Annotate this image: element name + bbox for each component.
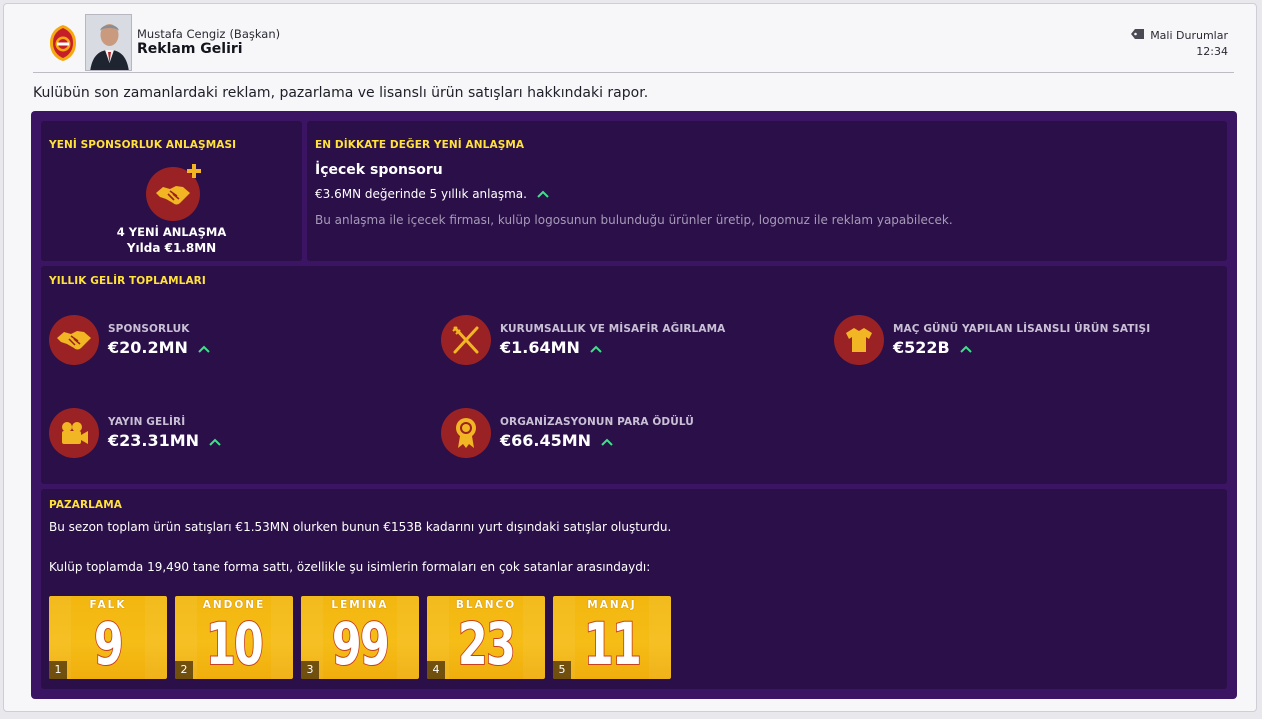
revenue-hospitality: KURUMSALLIK VE MİSAFİR AĞIRLAMA €1.64MN: [441, 315, 725, 365]
top-shirt-card[interactable]: FALK 9 1: [49, 596, 167, 679]
revenue-value: €1.64MN: [500, 338, 580, 357]
new-deals-per-year: Yılda €1.8MN: [126, 241, 217, 255]
video-camera-icon: [49, 408, 99, 458]
revenue-label: SPONSORLUK: [108, 323, 190, 335]
revenue-value: €66.45MN: [500, 431, 592, 450]
handshake-plus-icon: [146, 163, 204, 225]
new-deals-count: 4 YENİ ANLAŞMA: [116, 225, 227, 239]
shirt-rank: 5: [553, 661, 571, 679]
marketing-title: PAZARLAMA: [49, 499, 122, 511]
shirt-number: 11: [583, 609, 643, 679]
report-panel: YENİ SPONSORLUK ANLAŞMASI 4 YENİ ANLAŞMA…: [31, 111, 1237, 699]
message-title: Reklam Geliri: [137, 41, 243, 57]
message-meta: Mali Durumlar 12:34: [1131, 29, 1228, 58]
revenue-label: ORGANİZASYONUN PARA ÖDÜLÜ: [500, 416, 694, 428]
club-badge-icon[interactable]: [48, 24, 78, 62]
shirt-rank: 1: [49, 661, 67, 679]
new-sponsorship-box: YENİ SPONSORLUK ANLAŞMASI 4 YENİ ANLAŞMA…: [41, 121, 302, 261]
notable-deal-name: İçecek sponsoru: [315, 162, 443, 178]
intro-text: Kulübün son zamanlardaki reklam, pazarla…: [33, 85, 649, 101]
fork-knife-icon: [441, 315, 491, 365]
notable-deal-description: €3.6MN değerinde 5 yıllık anlaşma.: [315, 187, 549, 201]
top-shirt-card[interactable]: BLANCO 23 4: [427, 596, 545, 679]
revenue-matchday-merch: MAÇ GÜNÜ YAPILAN LİSANSLI ÜRÜN SATIŞI €5…: [834, 315, 1150, 365]
shirt-rank: 3: [301, 661, 319, 679]
revenue-broadcast: YAYIN GELİRİ €23.31MN: [49, 408, 221, 458]
trend-up-icon: [601, 431, 613, 450]
category-label: Mali Durumlar: [1150, 29, 1228, 42]
sender-role: (Başkan): [229, 27, 281, 41]
message-time: 12:34: [1196, 45, 1228, 58]
trend-up-icon: [537, 187, 549, 201]
category-tag[interactable]: Mali Durumlar: [1131, 29, 1228, 42]
shirt-rank: 2: [175, 661, 193, 679]
trend-up-icon: [198, 338, 210, 357]
top-shirt-card[interactable]: MANAJ 11 5: [553, 596, 671, 679]
revenue-label: MAÇ GÜNÜ YAPILAN LİSANSLI ÜRÜN SATIŞI: [893, 323, 1151, 335]
annual-revenue-title: YILLIK GELİR TOPLAMLARI: [49, 275, 206, 287]
marketing-box: PAZARLAMA Bu sezon toplam ürün satışları…: [41, 489, 1227, 689]
top-shirt-card[interactable]: LEMINA 99 3: [301, 596, 419, 679]
annual-revenue-box: YILLIK GELİR TOPLAMLARI SPONSORLUK €20.2…: [41, 266, 1227, 484]
new-sponsorship-title: YENİ SPONSORLUK ANLAŞMASI: [49, 139, 237, 151]
revenue-prize-money: ORGANİZASYONUN PARA ÖDÜLÜ €66.45MN: [441, 408, 694, 458]
shirt-number: 10: [205, 609, 265, 679]
notable-deal-note: Bu anlaşma ile içecek firması, kulüp log…: [315, 213, 953, 227]
header-divider: [33, 72, 1234, 73]
shirt-number: 99: [331, 609, 391, 679]
trend-up-icon: [590, 338, 602, 357]
revenue-sponsorship: SPONSORLUK €20.2MN: [49, 315, 210, 365]
sender-line: Mustafa Cengiz (Başkan): [137, 27, 280, 41]
sender-name[interactable]: Mustafa Cengiz: [137, 27, 225, 41]
revenue-value: €522B: [893, 338, 950, 357]
shirt-icon: [834, 315, 884, 365]
trend-up-icon: [209, 431, 221, 450]
notable-deal-description-text: €3.6MN değerinde 5 yıllık anlaşma.: [315, 187, 527, 201]
medal-icon: [441, 408, 491, 458]
revenue-value: €23.31MN: [108, 431, 200, 450]
trend-up-icon: [960, 338, 972, 357]
marketing-sales-text: Bu sezon toplam ürün satışları €1.53MN o…: [49, 520, 672, 534]
shirt-number: 9: [93, 609, 124, 679]
revenue-label: KURUMSALLIK VE MİSAFİR AĞIRLAMA: [500, 323, 726, 335]
notable-deal-box: EN DİKKATE DEĞER YENİ ANLAŞMA İçecek spo…: [307, 121, 1227, 261]
revenue-label: YAYIN GELİRİ: [108, 416, 186, 428]
shirt-number: 23: [457, 609, 517, 679]
notable-deal-title: EN DİKKATE DEĞER YENİ ANLAŞMA: [315, 139, 525, 151]
handshake-icon: [49, 315, 99, 365]
shirt-rank: 4: [427, 661, 445, 679]
top-shirt-card[interactable]: ANDONE 10 2: [175, 596, 293, 679]
marketing-shirts-text: Kulüp toplamda 19,490 tane forma sattı, …: [49, 560, 651, 574]
sender-avatar[interactable]: [85, 14, 132, 71]
revenue-value: €20.2MN: [108, 338, 188, 357]
tag-icon: [1131, 29, 1145, 42]
